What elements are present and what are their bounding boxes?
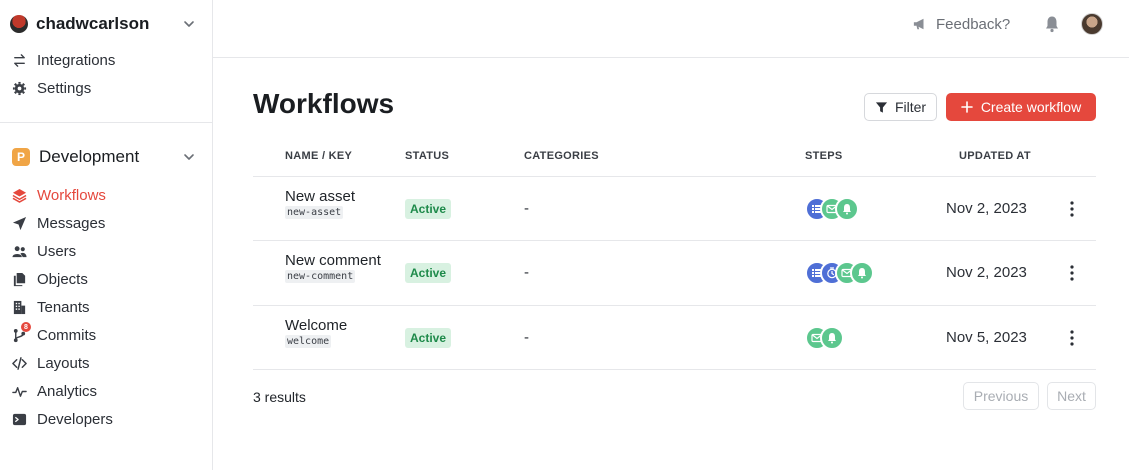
column-header-categories[interactable]: CATEGORIES <box>524 150 599 162</box>
gear-icon <box>10 79 28 97</box>
filter-icon <box>875 101 888 113</box>
column-header-steps[interactable]: STEPS <box>805 150 843 162</box>
previous-button[interactable]: Previous <box>963 382 1039 410</box>
plus-icon <box>961 101 973 113</box>
status-badge: Active <box>405 199 452 219</box>
push-step-icon <box>850 261 874 285</box>
feedback-label: Feedback? <box>936 15 1011 33</box>
sidebar: chadwcarlson Integrations Settings P Dev… <box>0 0 213 470</box>
filter-label: Filter <box>894 99 927 115</box>
filter-button[interactable]: Filter <box>864 93 937 121</box>
column-header-status[interactable]: STATUS <box>405 150 449 162</box>
sidebar-divider <box>0 122 212 123</box>
sidebar-item-messages[interactable]: Messages <box>10 212 105 234</box>
create-workflow-button[interactable]: Create workflow <box>946 93 1096 121</box>
sidebar-item-analytics[interactable]: Analytics <box>10 380 97 402</box>
row-menu-icon[interactable] <box>1064 264 1080 282</box>
terminal-icon <box>10 410 28 428</box>
account-avatar <box>10 15 28 33</box>
layers-icon <box>10 186 28 204</box>
sidebar-item-label: Integrations <box>37 51 116 69</box>
commits-count-badge: 8 <box>21 322 31 332</box>
git-branch-icon: 8 <box>10 322 31 344</box>
sidebar-item-label: Commits <box>37 326 97 344</box>
status-badge: Active <box>405 328 452 348</box>
building-icon <box>10 298 28 316</box>
sidebar-item-label: Users <box>37 242 77 260</box>
steps-group <box>805 197 859 221</box>
table-divider <box>253 176 1096 177</box>
sidebar-item-label: Messages <box>37 214 106 232</box>
table-divider <box>253 305 1096 306</box>
sidebar-item-label: Layouts <box>37 354 90 372</box>
categories-value: - <box>524 264 529 281</box>
topbar: Feedback? <box>213 0 1129 58</box>
column-header-name[interactable]: NAME / KEY <box>285 150 352 162</box>
arrows-exchange-icon <box>10 51 28 69</box>
user-avatar[interactable] <box>1081 13 1103 35</box>
environment-badge: P <box>12 148 30 166</box>
workflow-name[interactable]: New asset <box>285 188 355 205</box>
sidebar-item-label: Analytics <box>37 382 98 400</box>
workflow-name[interactable]: Welcome <box>285 317 347 334</box>
bell-icon[interactable] <box>1044 15 1060 33</box>
updated-at: Nov 2, 2023 <box>946 264 1027 281</box>
users-icon <box>10 242 28 260</box>
results-count: 3 results <box>253 389 306 405</box>
table-divider <box>253 369 1096 370</box>
updated-at: Nov 5, 2023 <box>946 329 1027 346</box>
sidebar-item-label: Settings <box>37 79 92 97</box>
workflow-key: new-asset <box>285 206 344 219</box>
app-root: chadwcarlson Integrations Settings P Dev… <box>0 0 1129 470</box>
categories-value: - <box>524 200 529 217</box>
row-menu-icon[interactable] <box>1064 200 1080 218</box>
sidebar-item-layouts[interactable]: Layouts <box>10 352 90 374</box>
push-step-icon <box>835 197 859 221</box>
sidebar-item-workflows[interactable]: Workflows <box>10 184 106 206</box>
account-name: chadwcarlson <box>36 14 150 33</box>
paper-plane-icon <box>10 214 28 232</box>
sidebar-item-commits[interactable]: 8 Commits <box>10 322 97 346</box>
files-icon <box>10 270 28 288</box>
status-badge: Active <box>405 263 452 283</box>
megaphone-icon <box>913 18 924 30</box>
page-title: Workflows <box>253 88 395 119</box>
environment-name: Development <box>39 147 140 166</box>
create-workflow-label: Create workflow <box>980 99 1082 115</box>
environment-switcher[interactable]: P Development <box>12 146 196 168</box>
workflow-name[interactable]: New comment <box>285 252 381 269</box>
updated-at: Nov 2, 2023 <box>946 200 1027 217</box>
sidebar-item-tenants[interactable]: Tenants <box>10 296 90 318</box>
column-header-updated[interactable]: UPDATED AT <box>959 150 1031 162</box>
table-divider <box>253 240 1096 241</box>
workflow-key: new-comment <box>285 270 356 283</box>
sidebar-item-label: Objects <box>37 270 88 288</box>
push-step-icon <box>820 326 844 350</box>
sidebar-item-settings[interactable]: Settings <box>10 77 91 99</box>
sidebar-item-users[interactable]: Users <box>10 240 76 262</box>
sidebar-item-integrations[interactable]: Integrations <box>10 49 115 71</box>
sidebar-item-label: Workflows <box>37 186 106 204</box>
pulse-icon <box>10 382 28 400</box>
chevron-down-icon <box>182 17 196 31</box>
steps-group <box>805 326 844 350</box>
steps-group <box>805 261 874 285</box>
feedback-button[interactable]: Feedback? <box>913 14 1010 34</box>
account-switcher[interactable]: chadwcarlson <box>10 12 196 36</box>
code-icon <box>10 354 28 372</box>
chevron-down-icon <box>182 150 196 164</box>
sidebar-item-objects[interactable]: Objects <box>10 268 88 290</box>
workflow-key: welcome <box>285 335 332 348</box>
sidebar-item-label: Developers <box>37 410 113 428</box>
categories-value: - <box>524 329 529 346</box>
sidebar-item-developers[interactable]: Developers <box>10 408 113 430</box>
next-button[interactable]: Next <box>1047 382 1096 410</box>
row-menu-icon[interactable] <box>1064 329 1080 347</box>
sidebar-item-label: Tenants <box>37 298 90 316</box>
